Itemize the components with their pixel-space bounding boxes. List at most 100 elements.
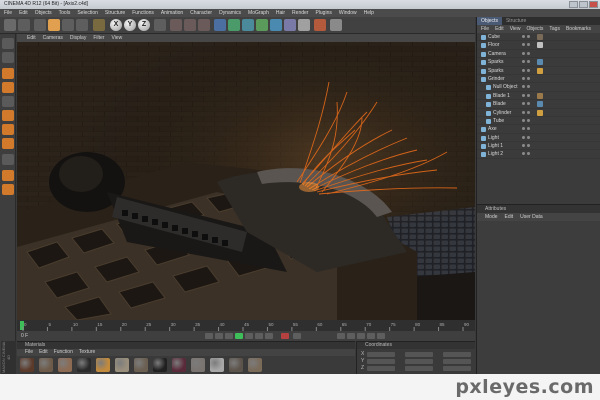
visibility-dots-icon[interactable] [522,35,536,40]
key-param-icon[interactable] [367,333,375,339]
material-tag-icon[interactable] [537,92,543,99]
am-menu-user-data[interactable]: User Data [520,213,543,221]
object-row[interactable]: Null Object [477,83,600,92]
object-row[interactable]: Light [477,134,600,143]
3d-viewport[interactable] [17,42,475,320]
tab-objects[interactable]: Objects [477,17,502,25]
size-z-field[interactable] [405,366,433,371]
model-mode-icon[interactable] [2,52,14,63]
minimize-button[interactable] [569,1,578,8]
object-row[interactable]: Axe [477,125,600,134]
menu-hair[interactable]: Hair [276,9,285,17]
om-menu-objects[interactable]: Objects [526,25,543,33]
maximize-button[interactable] [579,1,588,8]
material-swatch[interactable] [115,358,129,372]
workplane-icon[interactable] [2,184,14,195]
visibility-dots-icon[interactable] [522,85,536,90]
material-swatch[interactable] [96,358,110,372]
recent-tools-icon[interactable] [93,19,105,31]
menu-mograph[interactable]: MoGraph [248,9,269,17]
mm-menu-edit[interactable]: Edit [39,349,48,356]
size-x-field[interactable] [405,352,433,357]
rotation-b-field[interactable] [443,366,471,371]
visibility-dots-icon[interactable] [522,127,536,132]
next-key-icon[interactable] [255,333,263,339]
cube-primitive-icon[interactable] [214,19,226,31]
array-icon[interactable] [242,19,254,31]
live-selection-icon[interactable] [34,19,46,31]
material-swatch[interactable] [172,358,186,372]
am-menu-mode[interactable]: Mode [485,213,498,221]
om-menu-edit[interactable]: Edit [495,25,504,33]
viewport-menu-display[interactable]: Display [70,34,86,42]
mm-menu-file[interactable]: File [25,349,33,356]
material-swatch[interactable] [134,358,148,372]
visibility-dots-icon[interactable] [522,135,536,141]
material-tag-icon[interactable] [537,67,543,74]
object-row[interactable]: Light 1 [477,142,600,151]
size-y-field[interactable] [405,359,433,364]
key-rotation-icon[interactable] [357,333,365,339]
material-swatch[interactable] [58,358,72,372]
axis-mode-icon[interactable] [2,96,14,107]
prev-key-icon[interactable] [215,333,223,339]
key-position-icon[interactable] [337,333,345,339]
object-row[interactable]: Camera [477,50,600,59]
key-pla-icon[interactable] [377,333,385,339]
visibility-dots-icon[interactable] [522,76,536,82]
mm-menu-function[interactable]: Function [54,349,73,356]
make-editable-icon[interactable] [2,38,14,49]
menu-character[interactable]: Character [190,9,212,17]
key-scale-icon[interactable] [347,333,355,339]
environment-icon[interactable] [270,19,282,31]
material-swatch[interactable] [248,358,262,372]
viewport-menu-cameras[interactable]: Cameras [43,34,63,42]
texture-mode-icon[interactable] [2,82,14,93]
object-row[interactable]: Blade [477,100,600,109]
material-swatch[interactable] [20,358,34,372]
material-swatch[interactable] [191,358,205,372]
tab-structure[interactable]: Structure [502,17,530,25]
goto-end-icon[interactable] [265,333,273,339]
object-row[interactable]: Cube [477,33,600,42]
menu-edit[interactable]: Edit [19,9,28,17]
om-menu-view[interactable]: View [510,25,521,33]
menu-animation[interactable]: Animation [161,9,183,17]
y-axis-lock-icon[interactable]: Y [124,19,136,31]
material-swatch[interactable] [39,358,53,372]
menu-tools[interactable]: Tools [59,9,71,17]
material-swatch[interactable] [229,358,243,372]
x-axis-lock-icon[interactable]: X [110,19,122,31]
menu-file[interactable]: File [4,9,12,17]
layout-switch-icon[interactable] [330,19,342,31]
nurbs-icon[interactable] [228,19,240,31]
material-tag-icon[interactable] [537,34,543,40]
visibility-dots-icon[interactable] [522,68,536,74]
menu-functions[interactable]: Functions [132,9,154,17]
camera-icon[interactable] [284,19,296,31]
menu-window[interactable]: Window [339,9,357,17]
undo-icon[interactable] [4,19,16,31]
viewport-menu-view[interactable]: View [111,34,122,42]
menu-structure[interactable]: Structure [105,9,125,17]
rotate-tool-icon[interactable] [76,19,88,31]
viewport-menu-filter[interactable]: Filter [93,34,104,42]
object-row[interactable]: Floor [477,41,600,50]
material-tag-icon[interactable] [537,101,543,108]
autokey-icon[interactable] [293,333,301,339]
render-picture-viewer-icon[interactable] [198,19,210,31]
next-frame-icon[interactable] [245,333,253,339]
material-swatch[interactable] [210,358,224,372]
close-button[interactable] [589,1,598,8]
menu-dynamics[interactable]: Dynamics [219,9,241,17]
menu-selection[interactable]: Selection [77,9,98,17]
goto-start-icon[interactable] [205,333,213,339]
points-mode-icon[interactable] [2,110,14,121]
menu-help[interactable]: Help [364,9,374,17]
object-row[interactable]: Light 2 [477,150,600,159]
scale-tool-icon[interactable] [62,19,74,31]
edges-mode-icon[interactable] [2,124,14,135]
prev-frame-icon[interactable] [225,333,233,339]
rotation-h-field[interactable] [443,352,471,357]
play-icon[interactable] [235,333,243,339]
